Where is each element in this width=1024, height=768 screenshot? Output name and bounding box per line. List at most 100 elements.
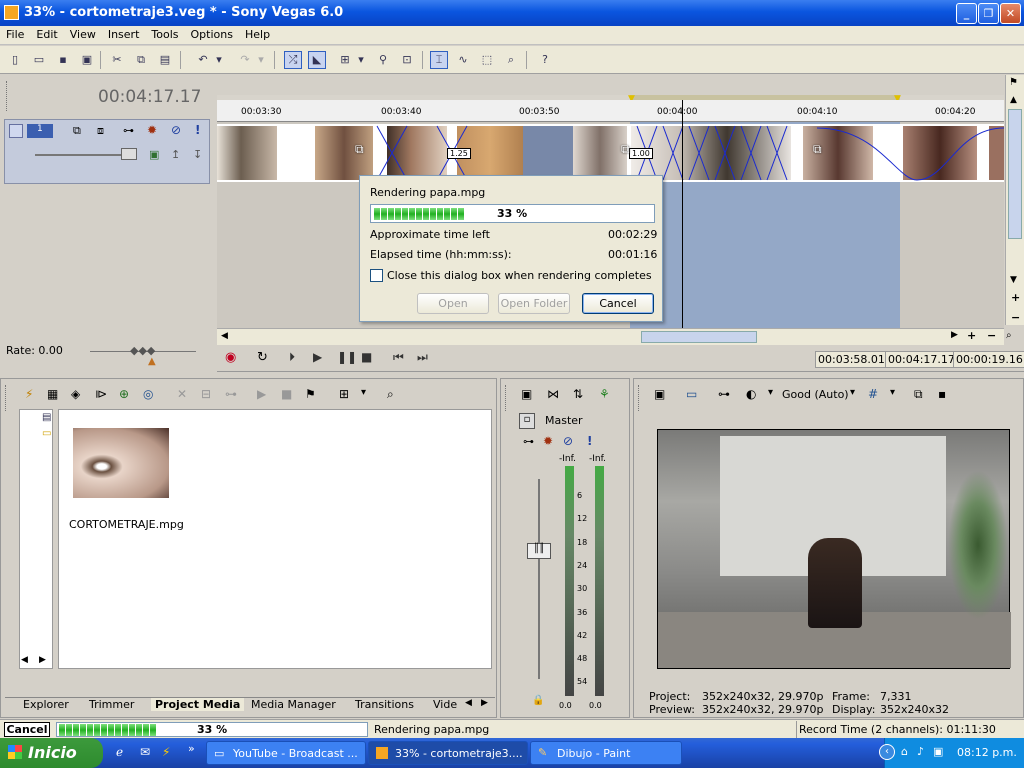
tab-video-fx[interactable]: Vide: [433, 698, 457, 711]
views-dropdown-icon[interactable]: ▾: [361, 387, 366, 398]
views-icon[interactable]: ⊞: [339, 387, 349, 401]
insert-bus-icon[interactable]: ⚘: [599, 387, 610, 401]
bus-mute-icon[interactable]: ⊘: [563, 434, 573, 448]
close-button[interactable]: ✕: [1000, 3, 1021, 24]
copy-icon[interactable]: ⧉: [132, 51, 150, 69]
selection-end-time[interactable]: 00:04:17.17: [885, 351, 958, 368]
folder-tree-root-icon[interactable]: ▤: [42, 412, 51, 423]
overlays-icon[interactable]: #: [868, 387, 878, 401]
menu-insert[interactable]: Insert: [102, 26, 146, 41]
playback-cursor[interactable]: [682, 100, 683, 328]
menu-edit[interactable]: Edit: [30, 26, 63, 41]
selection-length-time[interactable]: 00:00:19.16: [953, 351, 1024, 368]
save-icon[interactable]: ▪: [54, 51, 72, 69]
tray-monitor-icon[interactable]: ▣: [933, 745, 943, 758]
quality-dropdown-icon[interactable]: ▾: [850, 387, 855, 398]
cancel-button[interactable]: Cancel: [582, 293, 654, 314]
split-screen-dropdown-icon[interactable]: ▾: [768, 387, 773, 398]
envelope-tool-icon[interactable]: ∿: [454, 51, 472, 69]
media-plugins-icon[interactable]: ⊶: [225, 387, 237, 401]
copy-snapshot-icon[interactable]: ⧉: [914, 387, 923, 402]
track-fx-icon[interactable]: ⧈: [97, 124, 104, 138]
tray-volume-icon[interactable]: ♪: [917, 745, 924, 758]
redo-icon[interactable]: ↷: [236, 51, 254, 69]
level-slider-track[interactable]: [35, 154, 135, 156]
redo-dropdown-icon[interactable]: ▾: [256, 51, 266, 69]
selection-tool-icon[interactable]: ⬚: [478, 51, 496, 69]
render-as-icon[interactable]: ▣: [78, 51, 96, 69]
bus-fx-gear-icon[interactable]: ✹: [543, 434, 553, 448]
snapping-icon[interactable]: ⚲: [374, 51, 392, 69]
external-monitor-icon[interactable]: ▭: [686, 387, 697, 401]
tray-network-icon[interactable]: ⌂: [901, 745, 908, 758]
ripple-edit-icon[interactable]: ⤮: [284, 51, 302, 69]
window-title-bar[interactable]: 33% - cortometraje3.veg * - Sony Vegas 6…: [0, 0, 1024, 26]
track-motion-icon[interactable]: ⧉: [73, 124, 81, 138]
dock-grip[interactable]: [5, 385, 8, 411]
level-slider-thumb[interactable]: [121, 148, 137, 160]
tabs-scroll-right-icon[interactable]: ▶: [481, 698, 488, 708]
undo-icon[interactable]: ↶: [194, 51, 212, 69]
taskbar-item-sony-vegas[interactable]: 33% - cortometraje3....: [368, 741, 528, 765]
open-button[interactable]: Open: [417, 293, 489, 314]
video-event-strip[interactable]: 1.25 1.00 ⧉ ⧉ ⧉: [217, 124, 1004, 182]
tab-project-media[interactable]: Project Media: [151, 698, 245, 711]
clip-thumbnail[interactable]: [523, 126, 573, 180]
clip-thumbnail[interactable]: [315, 126, 373, 180]
preview-stop-icon[interactable]: ■: [281, 387, 292, 401]
tree-scroll-left-icon[interactable]: ◀: [21, 655, 28, 665]
timeline-horizontal-scrollbar[interactable]: ◀ ▶ + −: [217, 328, 1004, 345]
media-file-name[interactable]: CORTOMETRAJE.mpg: [69, 518, 184, 531]
menu-view[interactable]: View: [64, 26, 102, 41]
folder-icon[interactable]: ▭: [42, 428, 51, 439]
normal-edit-tool-icon[interactable]: ⌶: [430, 51, 448, 69]
media-list[interactable]: CORTOMETRAJE.mpg: [58, 409, 492, 669]
taskbar-item-youtube[interactable]: YouTube - Broadcast ...: [206, 741, 366, 765]
clock[interactable]: 08:12 p.m.: [957, 746, 1017, 759]
track-minimize-icon[interactable]: [9, 124, 23, 138]
scroll-down-icon[interactable]: ▼: [1010, 275, 1017, 285]
auto-preview-icon[interactable]: ⚑: [305, 387, 316, 401]
crossfade-dropdown-icon[interactable]: ▾: [356, 51, 366, 69]
tree-scroll-right-icon[interactable]: ▶: [39, 655, 46, 665]
downmix-icon[interactable]: ⋈: [547, 387, 559, 401]
ie-quicklaunch-icon[interactable]: ℯ: [116, 745, 123, 759]
scroll-right-icon[interactable]: ▶: [951, 330, 958, 340]
media-quicklaunch-icon[interactable]: ⚡: [162, 745, 170, 759]
maximize-button[interactable]: ❐: [978, 3, 999, 24]
move-down-icon[interactable]: ↧: [193, 148, 202, 161]
overlays-dropdown-icon[interactable]: ▾: [890, 387, 895, 398]
loop-playback-icon[interactable]: ↻: [257, 350, 268, 365]
extract-audio-icon[interactable]: ◈: [71, 387, 80, 401]
menu-options[interactable]: Options: [185, 26, 239, 41]
quicklaunch-expand-icon[interactable]: »: [188, 742, 195, 755]
media-folder-tree[interactable]: ▤ ▭: [19, 409, 53, 669]
grid-snap-icon[interactable]: ⊡: [398, 51, 416, 69]
bus-solo-icon[interactable]: !: [587, 434, 592, 448]
open-folder-button[interactable]: Open Folder: [498, 293, 570, 314]
tray-expand-icon[interactable]: ‹: [879, 744, 895, 760]
open-icon[interactable]: ▭: [30, 51, 48, 69]
split-screen-icon[interactable]: ◐: [746, 387, 756, 401]
marker-flag-icon[interactable]: ⚑: [1009, 77, 1018, 88]
tabs-scroll-left-icon[interactable]: ◀: [465, 698, 472, 708]
compositing-icon[interactable]: ⊶: [123, 124, 134, 137]
mute-icon[interactable]: ⊘: [171, 123, 181, 137]
preview-properties-icon[interactable]: ▣: [654, 387, 665, 401]
h-scroll-thumb[interactable]: [641, 331, 757, 343]
remove-media-icon[interactable]: ✕: [177, 387, 187, 401]
taskbar-item-paint[interactable]: Dibujo - Paint: [530, 741, 682, 765]
search-media-icon[interactable]: ⌕: [387, 387, 394, 402]
scroll-left-icon[interactable]: ◀: [221, 331, 228, 341]
get-photo-icon[interactable]: ⧐: [95, 387, 107, 401]
outlook-quicklaunch-icon[interactable]: ✉: [140, 745, 150, 759]
close-when-done-checkbox[interactable]: [370, 269, 383, 282]
master-fader-track[interactable]: [538, 479, 540, 679]
get-media-web-icon[interactable]: ⊕: [119, 387, 129, 401]
menu-tools[interactable]: Tools: [145, 26, 184, 41]
media-thumbnail[interactable]: [73, 428, 169, 498]
dim-output-icon[interactable]: ⇅: [573, 387, 583, 401]
whats-this-help-icon[interactable]: ?: [536, 51, 554, 69]
dock-grip[interactable]: [505, 385, 508, 411]
tab-media-manager[interactable]: Media Manager: [251, 698, 336, 711]
